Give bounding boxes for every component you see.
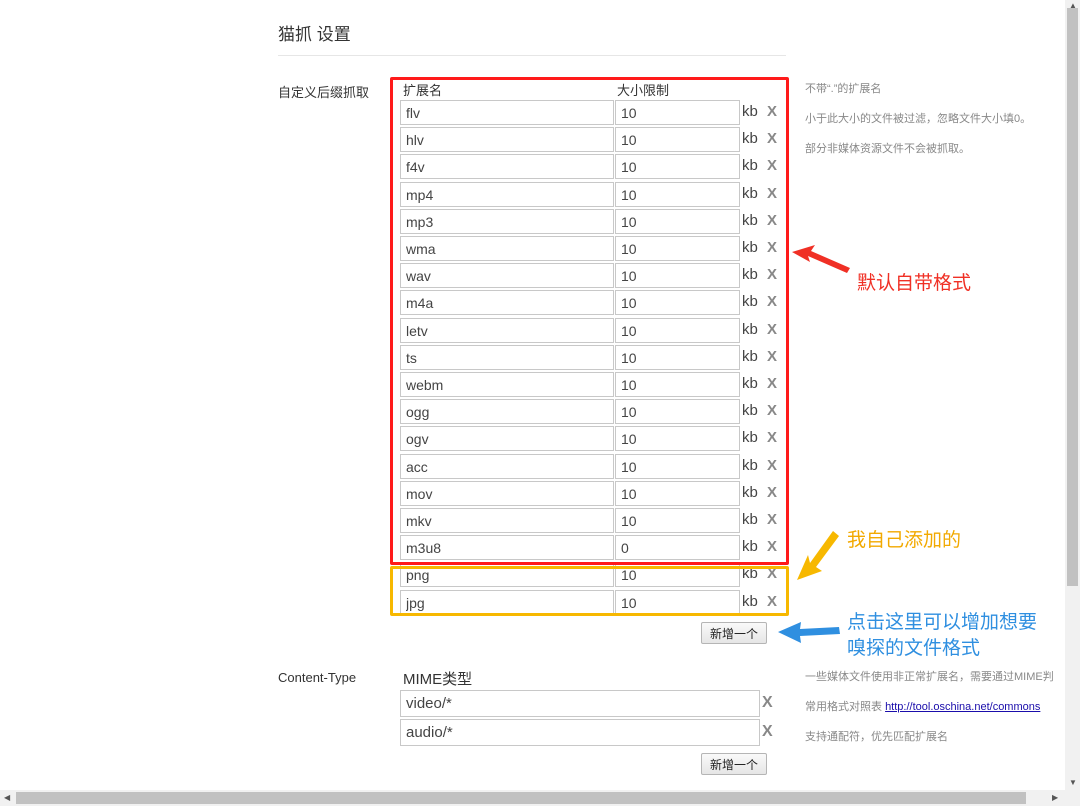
suffix-section-label: 自定义后缀抓取	[278, 85, 370, 100]
suffix-hint-2: 小于此大小的文件被过滤，忽略文件大小填0。	[805, 113, 1032, 125]
scroll-right-arrow-icon[interactable]: ▶	[1052, 793, 1058, 803]
remove-mime-icon[interactable]: X	[762, 723, 773, 741]
mime-hint-3: 支持通配符，优先匹配扩展名	[805, 731, 948, 743]
mime-reference-link[interactable]: http://tool.oschina.net/commons	[885, 701, 1040, 713]
add-hint-line-1: 点击这里可以增加想要	[847, 612, 1038, 633]
mime-hint-1: 一些媒体文件使用非正常扩展名，需要通过MIME判	[805, 671, 1054, 683]
mime-hint-2-prefix: 常用格式对照表	[805, 701, 886, 713]
add-hint-annotation: 点击这里可以增加想要 嗅探的文件格式	[847, 610, 1037, 662]
add-suffix-button[interactable]: 新增一个	[701, 622, 767, 644]
mime-column-header: MIME类型	[403, 671, 473, 688]
default-formats-annotation: 默认自带格式	[857, 273, 972, 294]
mime-type-input[interactable]	[400, 719, 760, 746]
yellow-arrow-icon	[797, 531, 839, 580]
page-title: 猫抓 设置	[278, 25, 351, 44]
add-hint-line-2: 嗅探的文件格式	[847, 638, 981, 659]
mime-hint-2: 常用格式对照表 http://tool.oschina.net/commons	[805, 698, 1063, 714]
user-added-annotation: 我自己添加的	[847, 530, 962, 551]
title-divider	[278, 55, 786, 56]
default-formats-highlight	[390, 77, 789, 565]
scroll-left-arrow-icon[interactable]: ◀	[4, 793, 10, 803]
content-type-label: Content-Type	[278, 670, 357, 685]
suffix-hint-1: 不带“.”的扩展名	[805, 83, 882, 95]
horizontal-scrollbar-thumb[interactable]	[16, 792, 1026, 804]
blue-arrow-icon	[778, 622, 840, 643]
scroll-down-arrow-icon[interactable]: ▼	[1069, 778, 1077, 788]
add-mime-button[interactable]: 新增一个	[701, 753, 767, 775]
mime-type-input[interactable]	[400, 690, 760, 717]
remove-mime-icon[interactable]: X	[762, 694, 773, 712]
vertical-scrollbar-thumb[interactable]	[1067, 8, 1078, 586]
red-arrow-icon	[792, 245, 850, 273]
user-added-highlight	[390, 566, 789, 616]
suffix-hint-3: 部分非媒体资源文件不会被抓取。	[805, 143, 970, 155]
